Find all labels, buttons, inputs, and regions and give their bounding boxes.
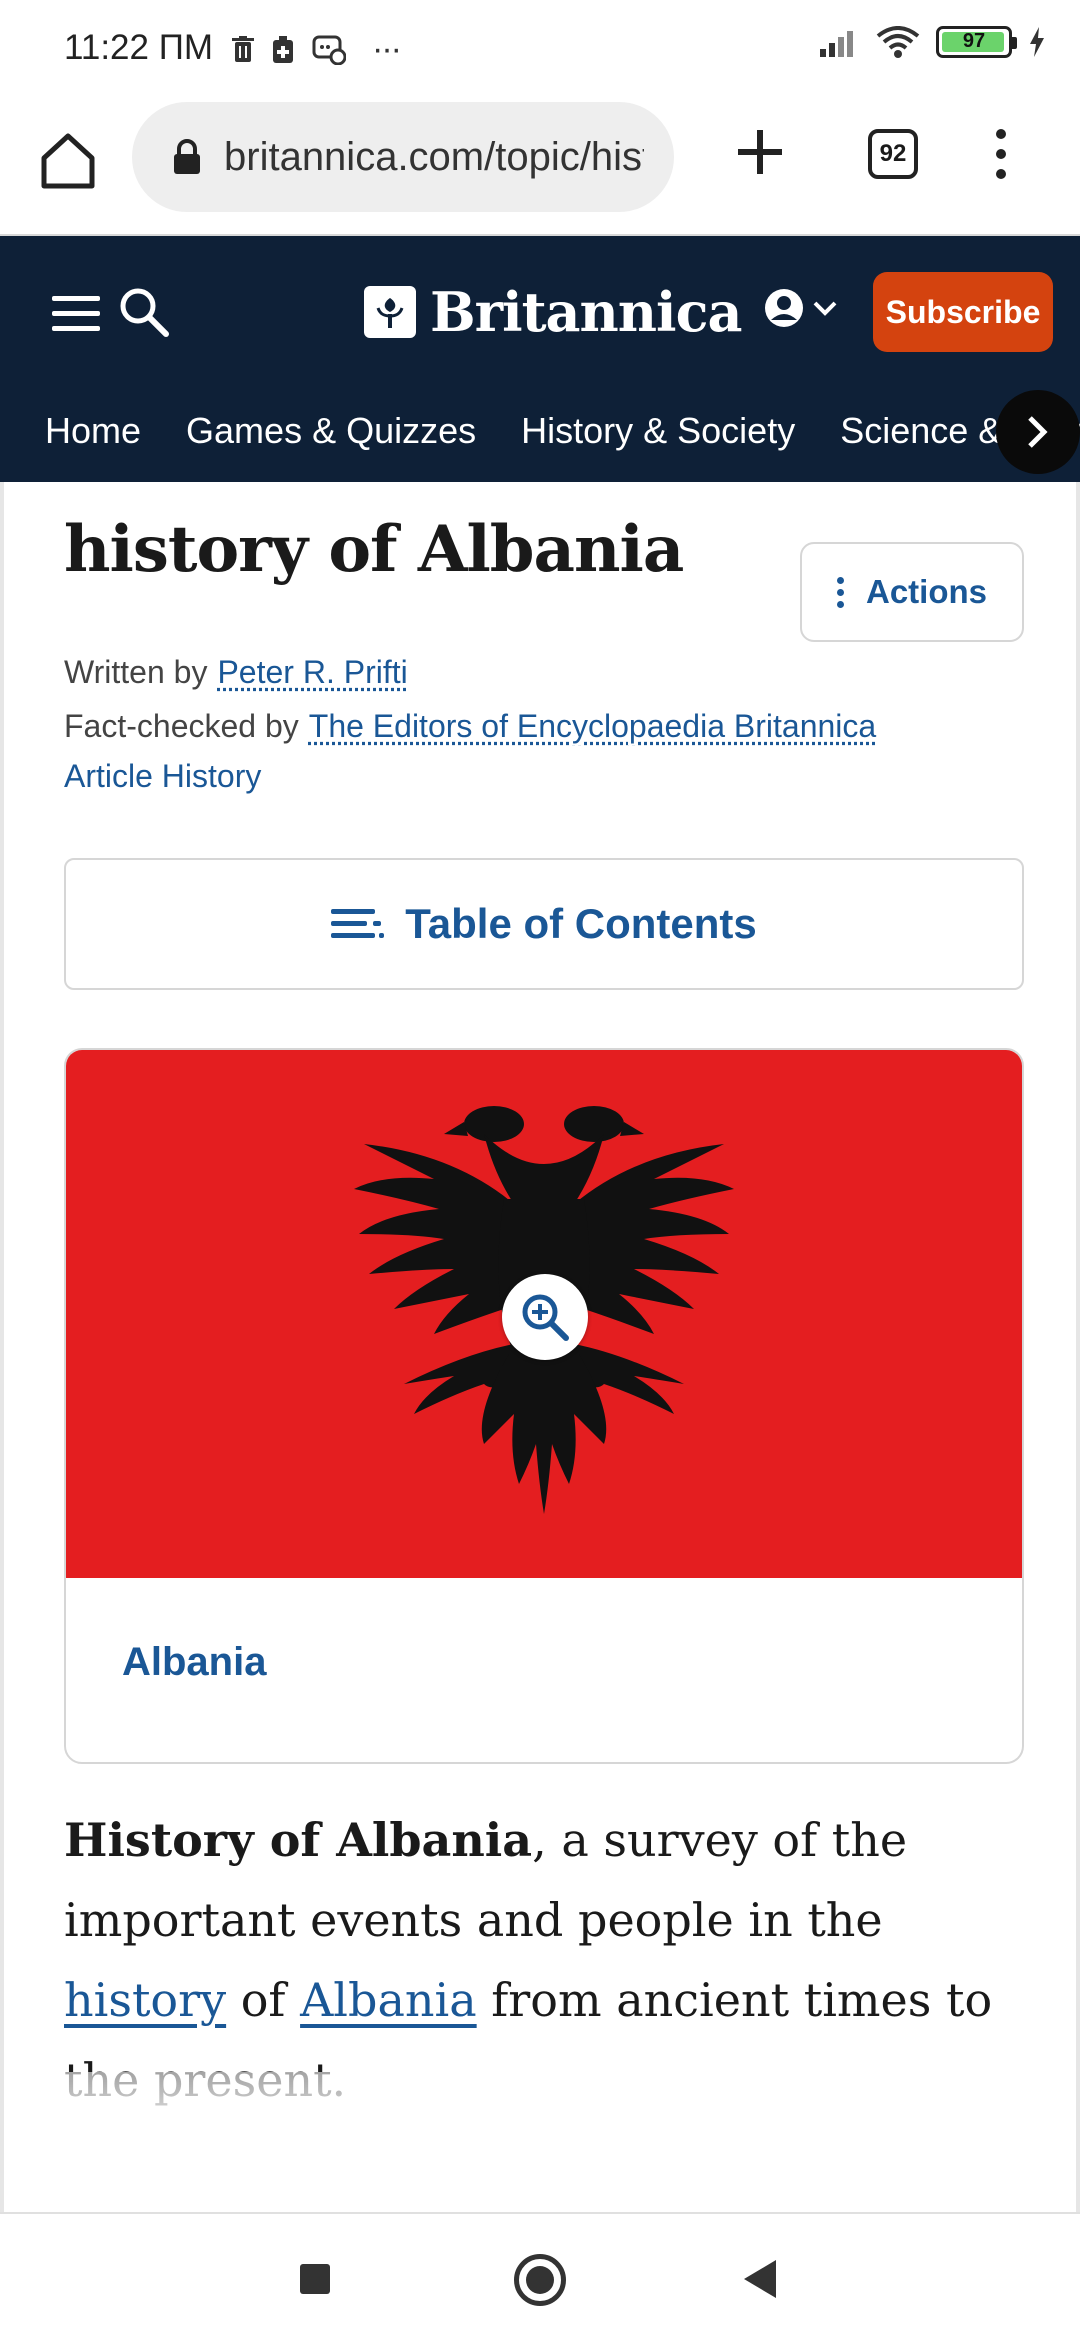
nav-item-history-society[interactable]: History & Society (521, 404, 795, 452)
actions-label: Actions (865, 573, 987, 610)
battery-icon: 97 (936, 26, 1017, 58)
battery-level: 97 (962, 30, 986, 52)
status-bar: 11:22 ПМ ··· 97 (0, 0, 1080, 96)
site-header: Britannica Subscribe Home Games & Quizze… (0, 236, 1080, 482)
subscribe-button[interactable]: Subscribe (873, 272, 1053, 352)
nav-scroll-right-button[interactable] (996, 390, 1080, 474)
status-time: 11:22 ПМ (64, 28, 214, 67)
toc-label: Table of Contents (405, 900, 757, 947)
chevron-down-icon (813, 301, 837, 316)
actions-button[interactable]: Actions (800, 542, 1024, 642)
tabs-icon[interactable]: 92 (868, 129, 918, 179)
home-circle-icon[interactable] (514, 2254, 566, 2306)
nav-item-home[interactable]: Home (45, 404, 141, 452)
plus-icon[interactable] (730, 122, 790, 182)
article: history of Albania Actions Written by Pet… (0, 482, 1080, 2212)
trash-icon (232, 35, 254, 62)
category-nav: Home Games & Quizzes History & Society S… (0, 404, 1080, 482)
table-of-contents-button[interactable]: Table of Contents (64, 858, 1024, 990)
byline-fact-check: Fact-checked by The Editors of Encyclopae… (64, 708, 876, 745)
fact-checked-label: Fact-checked by (64, 708, 299, 744)
notification-icons: ··· (232, 30, 402, 69)
author-link[interactable]: Peter R. Prifti (217, 654, 407, 690)
charging-icon (1030, 27, 1044, 57)
sim-icon (273, 35, 293, 63)
chat-icon (312, 35, 346, 65)
wifi-icon (876, 26, 920, 58)
tab-count: 92 (879, 140, 907, 167)
nav-item-games-quizzes[interactable]: Games & Quizzes (186, 404, 476, 452)
hamburger-menu-icon[interactable] (52, 296, 100, 332)
britannica-logo[interactable]: Britannica (364, 280, 742, 344)
user-icon (765, 289, 803, 327)
vertical-dots-icon (836, 576, 844, 608)
back-icon[interactable] (744, 2260, 776, 2298)
history-link[interactable]: history (64, 1973, 226, 2027)
address-bar[interactable]: britannica.com/topic/history-of-Albania (132, 102, 674, 212)
zoom-in-button[interactable] (502, 1274, 588, 1360)
signal-icon (820, 31, 853, 57)
written-by-label: Written by (64, 654, 208, 690)
lock-icon (174, 139, 200, 174)
zoom-in-icon (522, 1294, 569, 1341)
system-status-icons: 97 (820, 26, 1046, 58)
byline-author: Written by Peter R. Prifti (64, 654, 408, 691)
fact-checker-link[interactable]: The Editors of Encyclopaedia Britannica (309, 708, 876, 744)
lead-bold: History of Albania (64, 1813, 533, 1867)
media-caption[interactable]: Albania (122, 1640, 266, 1685)
chevron-right-icon (1028, 416, 1048, 448)
more-dots-icon: ··· (372, 30, 402, 68)
media-card[interactable]: Albania (64, 1048, 1024, 1764)
thistle-logo-icon (364, 286, 416, 338)
home-icon[interactable] (36, 128, 100, 192)
account-menu[interactable] (764, 288, 838, 328)
kebab-menu-icon[interactable] (986, 124, 1016, 184)
article-history-link[interactable]: Article History (64, 758, 261, 795)
list-icon (331, 907, 385, 941)
browser-toolbar: britannica.com/topic/history-of-Albania … (0, 96, 1080, 236)
url-text[interactable]: britannica.com/topic/history-of-Albania (224, 135, 644, 180)
content-fade-overlay (4, 2072, 1076, 2212)
albania-link[interactable]: Albania (300, 1973, 477, 2027)
lead-text-2: of (226, 1973, 301, 2027)
logo-text: Britannica (430, 280, 742, 344)
recent-apps-icon[interactable] (300, 2264, 330, 2294)
system-navigation-bar (0, 2212, 1080, 2340)
page-title: history of Albania (64, 512, 684, 587)
search-icon[interactable] (116, 284, 170, 338)
